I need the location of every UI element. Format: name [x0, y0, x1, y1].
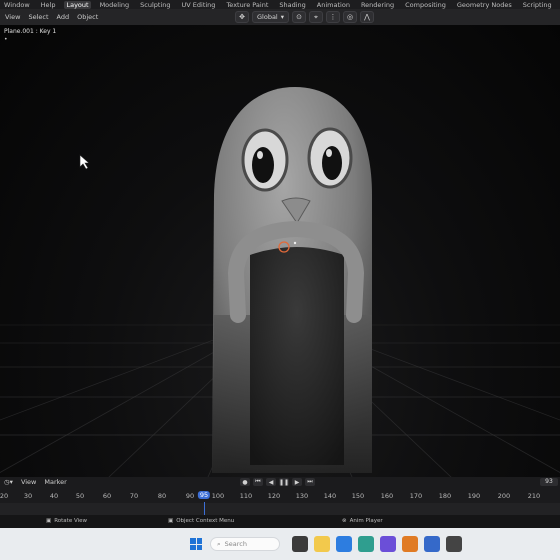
workspace-tabs-bar: Window Help Layout Modeling Sculpting UV… [0, 0, 560, 9]
close-icon[interactable]: ⊗ [342, 518, 347, 524]
tab-compositing[interactable]: Compositing [403, 1, 448, 9]
os-taskbar: ⌕ Search [0, 528, 560, 560]
timeline-menu-view[interactable]: View [21, 478, 36, 486]
search-icon: ⌕ [217, 539, 221, 548]
frame-tick: 140 [323, 492, 337, 500]
windows-start-icon[interactable] [190, 538, 202, 550]
folder-icon[interactable] [314, 536, 330, 552]
menu-window[interactable]: Window [2, 1, 32, 9]
tab-rendering[interactable]: Rendering [359, 1, 396, 9]
orientation-label: Global [257, 13, 278, 21]
3d-viewport[interactable] [0, 25, 560, 487]
end-frame-field[interactable]: 93 [540, 478, 558, 486]
anim-player-label: Anim Player [349, 518, 383, 524]
status-bar: ▣ Rotate View ▣ Object Context Menu ⊗ An… [0, 515, 560, 528]
transform-controls: ✥ Global ▾ ⊙ ⌖ ⋮ ◎ ⋀ [235, 11, 375, 23]
search-placeholder: Search [224, 540, 247, 548]
mouse-cursor-icon [79, 154, 90, 170]
menu-help[interactable]: Help [39, 1, 58, 9]
orientation-dropdown[interactable]: Global ▾ [252, 11, 290, 23]
app-icon[interactable] [424, 536, 440, 552]
viewport-header: View Select Add Object ✥ Global ▾ ⊙ ⌖ ⋮ … [0, 9, 560, 25]
tab-shading[interactable]: Shading [277, 1, 307, 9]
timeline-menu-marker[interactable]: Marker [44, 478, 66, 486]
frame-tick: 200 [497, 492, 511, 500]
frame-tick: 40 [49, 492, 59, 500]
tab-scripting[interactable]: Scripting [521, 1, 554, 9]
frame-tick: 20 [0, 492, 9, 500]
frame-tick: 50 [75, 492, 85, 500]
status-rotate-label: Rotate View [54, 518, 88, 524]
tab-geometry-nodes[interactable]: Geometry Nodes [455, 1, 514, 9]
status-context-label: Object Context Menu [176, 518, 235, 524]
app-icon[interactable] [380, 536, 396, 552]
pivot-point-icon[interactable]: ⊙ [292, 11, 307, 23]
snap-target-icon[interactable]: ⋮ [326, 11, 341, 23]
frame-tick: 100 [211, 492, 225, 500]
menu-object[interactable]: Object [77, 13, 98, 21]
transform-pivot-icon[interactable]: ✥ [235, 11, 249, 23]
status-rotate: ▣ Rotate View [46, 518, 87, 524]
app-icon[interactable] [446, 536, 462, 552]
taskbar-app-icon[interactable] [292, 536, 308, 552]
frame-tick: 190 [467, 492, 481, 500]
object-name-overlay: Plane.001 : Key 1 [4, 28, 57, 35]
mouse-right-icon: ▣ [168, 518, 174, 524]
current-frame-indicator[interactable]: 95 [197, 491, 211, 499]
frame-tick: 60 [102, 492, 112, 500]
menu-view[interactable]: View [5, 13, 20, 21]
viewport-menus: View Select Add Object [0, 13, 235, 21]
playback-controls: ● ⏮ ◀ ❚❚ ▶ ⏭ [240, 478, 315, 486]
frame-tick: 180 [438, 492, 452, 500]
tab-texture-paint[interactable]: Texture Paint [224, 1, 270, 9]
tab-layout[interactable]: Layout [64, 0, 91, 9]
frame-tick: 130 [295, 492, 309, 500]
chevron-down-icon: ▾ [280, 13, 285, 21]
frame-tick: 150 [351, 492, 365, 500]
frame-tick: 90 [185, 492, 195, 500]
frame-tick: 110 [239, 492, 253, 500]
anim-player-status[interactable]: ⊗ Anim Player [342, 518, 383, 524]
play-reverse-icon[interactable]: ◀ [266, 478, 276, 486]
tab-sculpting[interactable]: Sculpting [138, 1, 172, 9]
frame-tick: 210 [527, 492, 541, 500]
frame-tick: 80 [157, 492, 167, 500]
taskbar-search[interactable]: ⌕ Search [210, 537, 280, 551]
frame-ruler[interactable]: 20 30 40 50 60 70 80 90 100 110 120 130 … [0, 490, 560, 502]
frame-tick: 170 [409, 492, 423, 500]
tab-animation[interactable]: Animation [315, 1, 352, 9]
character-model[interactable] [212, 87, 372, 473]
tab-uv-editing[interactable]: UV Editing [180, 1, 218, 9]
frame-tick: 30 [23, 492, 33, 500]
jump-start-icon[interactable]: ⏮ [253, 478, 263, 486]
status-context-menu: ▣ Object Context Menu [168, 518, 234, 524]
frame-tick: 120 [267, 492, 281, 500]
record-icon[interactable]: ● [240, 478, 250, 486]
frame-tick: 70 [129, 492, 139, 500]
proportional-edit-icon[interactable]: ◎ [343, 11, 358, 23]
viewport-scene [0, 87, 560, 487]
overlay-bullet: • [4, 36, 8, 43]
blender-icon[interactable] [402, 536, 418, 552]
falloff-icon[interactable]: ⋀ [360, 11, 375, 23]
frame-tick: 160 [380, 492, 394, 500]
browser-icon[interactable] [336, 536, 352, 552]
menu-select[interactable]: Select [28, 13, 48, 21]
pause-icon[interactable]: ❚❚ [279, 478, 289, 486]
store-icon[interactable] [358, 536, 374, 552]
menu-add[interactable]: Add [57, 13, 70, 21]
snap-icon[interactable]: ⌖ [309, 11, 324, 23]
timeline-editor-icon[interactable]: ◷▾ [4, 478, 13, 486]
tab-modeling[interactable]: Modeling [98, 1, 132, 9]
mouse-middle-icon: ▣ [46, 518, 52, 524]
play-icon[interactable]: ▶ [292, 478, 302, 486]
jump-end-icon[interactable]: ⏭ [305, 478, 315, 486]
